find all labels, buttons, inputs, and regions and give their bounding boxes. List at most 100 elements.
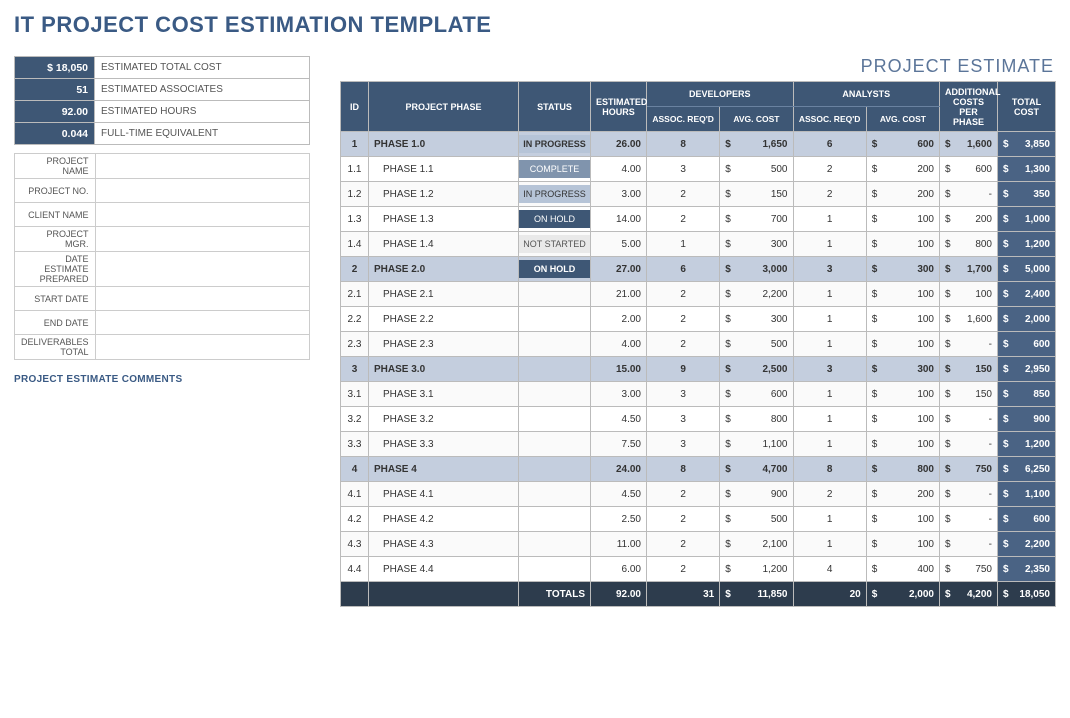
- cell-hours[interactable]: 2.50: [591, 507, 647, 532]
- cell-ana-assoc[interactable]: 1: [793, 332, 866, 357]
- cell-id[interactable]: 3.1: [341, 382, 369, 407]
- cell-dev-cost[interactable]: $1,100: [720, 432, 793, 457]
- cell-addl[interactable]: $600: [940, 157, 998, 182]
- info-input[interactable]: [95, 227, 309, 252]
- cell-status[interactable]: [519, 407, 591, 432]
- cell-hours[interactable]: 4.00: [591, 332, 647, 357]
- cell-ana-cost[interactable]: $200: [866, 182, 939, 207]
- cell-ana-assoc[interactable]: 1: [793, 282, 866, 307]
- cell-dev-cost[interactable]: $300: [720, 307, 793, 332]
- cell-phase[interactable]: PHASE 1.0: [369, 132, 519, 157]
- info-input[interactable]: [95, 287, 309, 311]
- cell-id[interactable]: 4.4: [341, 557, 369, 582]
- cell-phase[interactable]: PHASE 3.0: [369, 357, 519, 382]
- cell-status[interactable]: [519, 557, 591, 582]
- cell-hours[interactable]: 4.50: [591, 482, 647, 507]
- cell-status[interactable]: [519, 482, 591, 507]
- cell-id[interactable]: 3: [341, 357, 369, 382]
- cell-hours[interactable]: 27.00: [591, 257, 647, 282]
- cell-ana-assoc[interactable]: 1: [793, 507, 866, 532]
- cell-hours[interactable]: 11.00: [591, 532, 647, 557]
- cell-phase[interactable]: PHASE 4: [369, 457, 519, 482]
- cell-phase[interactable]: PHASE 4.4: [369, 557, 519, 582]
- cell-hours[interactable]: 14.00: [591, 207, 647, 232]
- cell-phase[interactable]: PHASE 1.1: [369, 157, 519, 182]
- cell-addl[interactable]: $200: [940, 207, 998, 232]
- cell-ana-assoc[interactable]: 6: [793, 132, 866, 157]
- cell-addl[interactable]: $750: [940, 557, 998, 582]
- cell-dev-cost[interactable]: $2,500: [720, 357, 793, 382]
- cell-dev-assoc[interactable]: 9: [647, 357, 720, 382]
- cell-ana-assoc[interactable]: 1: [793, 232, 866, 257]
- cell-addl[interactable]: $-: [940, 182, 998, 207]
- cell-addl[interactable]: $1,700: [940, 257, 998, 282]
- info-input[interactable]: [95, 203, 309, 227]
- cell-id[interactable]: 4.1: [341, 482, 369, 507]
- cell-dev-cost[interactable]: $300: [720, 232, 793, 257]
- cell-phase[interactable]: PHASE 4.1: [369, 482, 519, 507]
- cell-addl[interactable]: $150: [940, 382, 998, 407]
- cell-id[interactable]: 2: [341, 257, 369, 282]
- cell-ana-cost[interactable]: $100: [866, 307, 939, 332]
- cell-id[interactable]: 2.3: [341, 332, 369, 357]
- cell-ana-cost[interactable]: $300: [866, 357, 939, 382]
- cell-addl[interactable]: $-: [940, 482, 998, 507]
- status-badge[interactable]: ON HOLD: [519, 210, 590, 228]
- cell-dev-assoc[interactable]: 2: [647, 557, 720, 582]
- cell-dev-assoc[interactable]: 2: [647, 507, 720, 532]
- cell-phase[interactable]: PHASE 3.1: [369, 382, 519, 407]
- cell-hours[interactable]: 21.00: [591, 282, 647, 307]
- cell-status[interactable]: [519, 457, 591, 482]
- cell-phase[interactable]: PHASE 2.1: [369, 282, 519, 307]
- cell-dev-assoc[interactable]: 2: [647, 532, 720, 557]
- cell-dev-cost[interactable]: $3,000: [720, 257, 793, 282]
- cell-id[interactable]: 1.4: [341, 232, 369, 257]
- info-input[interactable]: [95, 311, 309, 335]
- cell-id[interactable]: 2.1: [341, 282, 369, 307]
- cell-ana-cost[interactable]: $100: [866, 232, 939, 257]
- cell-ana-cost[interactable]: $300: [866, 257, 939, 282]
- cell-hours[interactable]: 24.00: [591, 457, 647, 482]
- cell-dev-assoc[interactable]: 3: [647, 432, 720, 457]
- cell-ana-assoc[interactable]: 1: [793, 407, 866, 432]
- cell-dev-cost[interactable]: $2,100: [720, 532, 793, 557]
- cell-hours[interactable]: 3.00: [591, 382, 647, 407]
- cell-status[interactable]: ON HOLD: [519, 207, 591, 232]
- cell-hours[interactable]: 5.00: [591, 232, 647, 257]
- cell-phase[interactable]: PHASE 3.3: [369, 432, 519, 457]
- cell-status[interactable]: [519, 357, 591, 382]
- cell-phase[interactable]: PHASE 4.2: [369, 507, 519, 532]
- cell-id[interactable]: 4.3: [341, 532, 369, 557]
- cell-dev-cost[interactable]: $500: [720, 157, 793, 182]
- cell-dev-cost[interactable]: $1,200: [720, 557, 793, 582]
- cell-ana-assoc[interactable]: 1: [793, 382, 866, 407]
- cell-hours[interactable]: 15.00: [591, 357, 647, 382]
- cell-addl[interactable]: $800: [940, 232, 998, 257]
- cell-hours[interactable]: 4.50: [591, 407, 647, 432]
- cell-phase[interactable]: PHASE 1.4: [369, 232, 519, 257]
- cell-dev-cost[interactable]: $4,700: [720, 457, 793, 482]
- cell-dev-assoc[interactable]: 2: [647, 207, 720, 232]
- cell-addl[interactable]: $-: [940, 407, 998, 432]
- cell-phase[interactable]: PHASE 3.2: [369, 407, 519, 432]
- cell-phase[interactable]: PHASE 1.3: [369, 207, 519, 232]
- cell-ana-cost[interactable]: $600: [866, 132, 939, 157]
- cell-dev-cost[interactable]: $150: [720, 182, 793, 207]
- status-badge[interactable]: ON HOLD: [519, 260, 590, 278]
- cell-phase[interactable]: PHASE 4.3: [369, 532, 519, 557]
- cell-dev-cost[interactable]: $500: [720, 332, 793, 357]
- cell-ana-assoc[interactable]: 1: [793, 432, 866, 457]
- cell-id[interactable]: 2.2: [341, 307, 369, 332]
- cell-phase[interactable]: PHASE 1.2: [369, 182, 519, 207]
- cell-status[interactable]: [519, 332, 591, 357]
- cell-hours[interactable]: 4.00: [591, 157, 647, 182]
- cell-ana-cost[interactable]: $100: [866, 507, 939, 532]
- cell-dev-cost[interactable]: $800: [720, 407, 793, 432]
- cell-dev-assoc[interactable]: 2: [647, 482, 720, 507]
- cell-ana-assoc[interactable]: 1: [793, 307, 866, 332]
- cell-ana-cost[interactable]: $100: [866, 407, 939, 432]
- cell-dev-cost[interactable]: $500: [720, 507, 793, 532]
- cell-addl[interactable]: $-: [940, 532, 998, 557]
- cell-addl[interactable]: $750: [940, 457, 998, 482]
- cell-addl[interactable]: $150: [940, 357, 998, 382]
